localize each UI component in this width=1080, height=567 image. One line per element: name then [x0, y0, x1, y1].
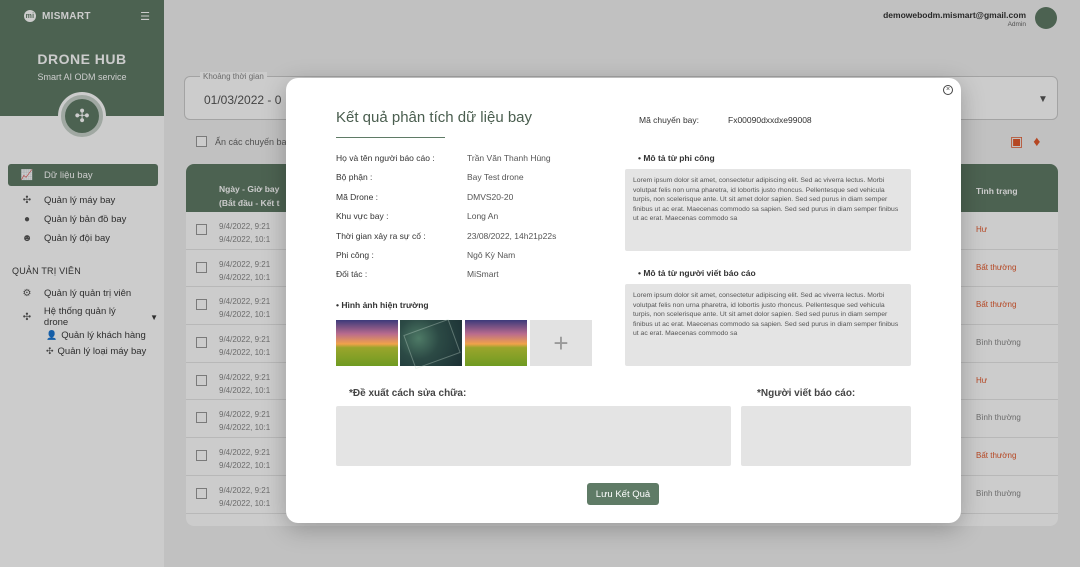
- flight-area-label: Khu vực bay :: [336, 211, 389, 221]
- partner-label: Đối tác :: [336, 269, 368, 279]
- report-writer-field[interactable]: [741, 406, 911, 466]
- pilot-label: Phi công :: [336, 250, 374, 260]
- partner-value: MiSmart: [467, 269, 499, 279]
- report-writer-label: *Người viết báo cáo:: [757, 388, 856, 399]
- pilot-desc-title: • Mô tả từ phi công: [638, 153, 715, 163]
- flight-code-label: Mã chuyến bay:: [639, 115, 700, 125]
- site-image-thumbnail[interactable]: [400, 320, 462, 366]
- reporter-name-label: Họ và tên người báo cáo :: [336, 153, 435, 163]
- save-result-button[interactable]: Lưu Kết Quả: [587, 483, 659, 505]
- modal-title: Kết quả phân tích dữ liệu bay: [336, 109, 533, 126]
- analysis-result-modal: × Kết quả phân tích dữ liệu bay Mã chuyế…: [286, 78, 961, 523]
- pilot-description: Lorem ipsum dolor sit amet, consectetur …: [625, 169, 911, 251]
- plus-icon: +: [553, 327, 569, 358]
- reporter-description: Lorem ipsum dolor sit amet, consectetur …: [625, 284, 911, 366]
- drone-code-label: Mã Drone :: [336, 192, 379, 202]
- department-value: Bay Test drone: [467, 172, 524, 182]
- drone-code-value: DMVS20-20: [467, 192, 514, 202]
- pilot-value: Ngô Kỳ Nam: [467, 250, 516, 260]
- close-icon[interactable]: ×: [943, 85, 953, 95]
- add-image-button[interactable]: +: [530, 320, 592, 366]
- reporter-name-value: Trần Văn Thanh Hùng: [467, 153, 551, 163]
- flight-code-value: Fx00090dxxdxe99008: [728, 115, 812, 125]
- department-label: Bộ phận :: [336, 172, 373, 182]
- site-image-thumbnail[interactable]: [336, 320, 398, 366]
- flight-area-value: Long An: [467, 211, 499, 221]
- title-underline: [336, 137, 445, 138]
- site-images-title: • Hình ảnh hiện trường: [336, 300, 429, 310]
- site-image-thumbnail[interactable]: [465, 320, 527, 366]
- incident-time-label: Thời gian xảy ra sự cố :: [336, 231, 426, 241]
- reporter-desc-title: • Mô tả từ người viết báo cáo: [638, 268, 756, 278]
- repair-suggestion-field[interactable]: [336, 406, 731, 466]
- incident-time-value: 23/08/2022, 14h21p22s: [467, 231, 557, 241]
- repair-suggestion-label: *Đề xuất cách sửa chữa:: [349, 388, 467, 399]
